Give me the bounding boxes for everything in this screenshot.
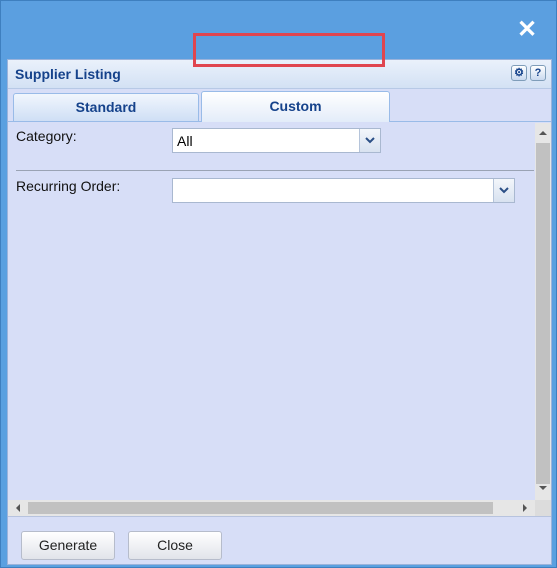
scroll-corner (535, 500, 551, 516)
panel-title: Supplier Listing (15, 66, 121, 82)
dialog-footer: Generate Close (8, 516, 551, 564)
category-select[interactable]: All (172, 128, 381, 153)
tab-strip: Standard Custom (8, 89, 551, 122)
chevron-down-icon[interactable] (493, 179, 514, 202)
tab-custom[interactable]: Custom (201, 91, 390, 122)
supplier-listing-dialog: ✕ Supplier Listing ⚙ ? Standard Custom C… (0, 0, 557, 568)
horizontal-scrollbar[interactable] (8, 500, 535, 516)
gear-icon[interactable]: ⚙ (511, 65, 527, 81)
category-value: All (177, 133, 193, 149)
divider (16, 170, 534, 171)
window-titlebar: ✕ (1, 1, 556, 59)
tab-standard[interactable]: Standard (13, 93, 199, 121)
vertical-scrollbar[interactable] (535, 123, 551, 500)
recurring-order-label: Recurring Order: (16, 178, 121, 194)
category-label: Category: (16, 128, 77, 144)
close-icon[interactable]: ✕ (516, 18, 538, 42)
generate-button[interactable]: Generate (21, 531, 115, 560)
help-icon[interactable]: ? (530, 65, 546, 81)
vertical-scroll-thumb[interactable] (536, 143, 550, 484)
scroll-down-icon[interactable] (535, 480, 551, 496)
close-button[interactable]: Close (128, 531, 222, 560)
scroll-up-icon[interactable] (535, 125, 551, 141)
chevron-down-icon[interactable] (359, 129, 380, 152)
panel-header: Supplier Listing ⚙ ? (8, 60, 551, 89)
scroll-left-icon[interactable] (10, 500, 26, 516)
form-content: Category: All Recurring Order: (8, 123, 535, 500)
panel: Supplier Listing ⚙ ? Standard Custom Cat… (7, 59, 552, 565)
scroll-right-icon[interactable] (517, 500, 533, 516)
horizontal-scroll-thumb[interactable] (28, 502, 493, 514)
recurring-order-select[interactable] (172, 178, 515, 203)
